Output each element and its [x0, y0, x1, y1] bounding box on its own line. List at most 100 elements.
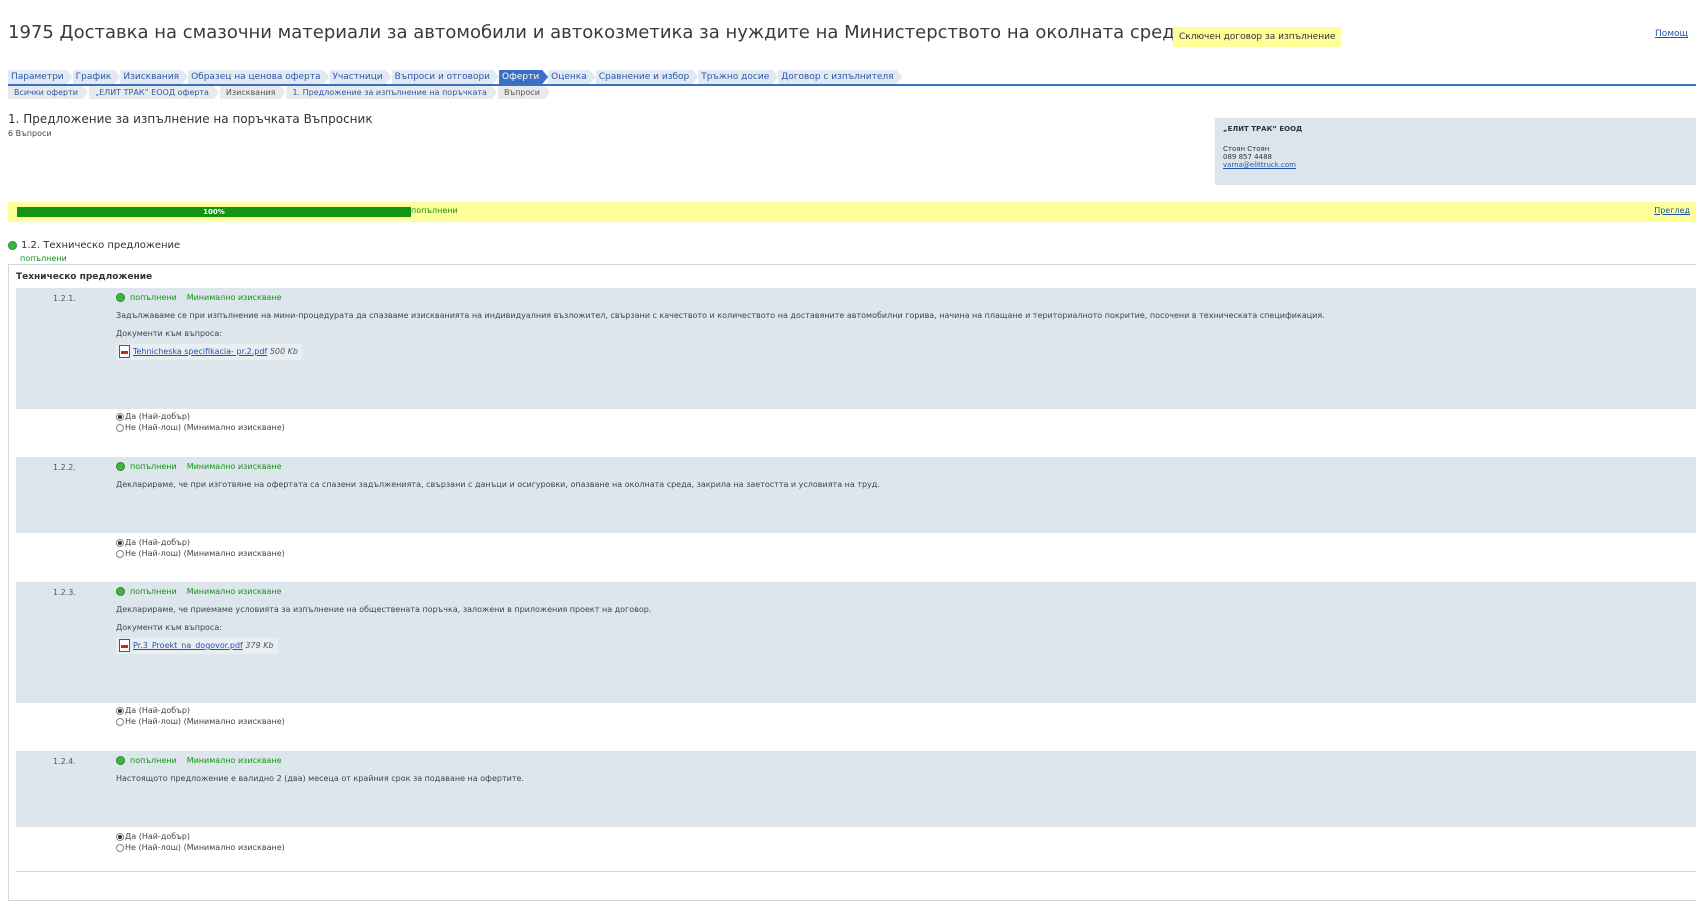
answer-options: Да (Най-добър) Не (Най-лош) (Минимално и…: [116, 831, 285, 853]
answer-option-no[interactable]: Не (Най-лош) (Минимално изискване): [116, 548, 285, 559]
page-header: 1975 Доставка на смазочни материали за а…: [8, 22, 1688, 52]
question-status: попълнени Минимално изискване: [116, 756, 282, 765]
answer-label: Не (Най-лош) (Минимално изискване): [125, 843, 285, 852]
question-status: попълнени Минимално изискване: [116, 462, 282, 471]
progress-percent: 100%: [203, 208, 225, 216]
document-link[interactable]: Tehnicheska specifikacia- pr.2.pdf: [133, 347, 267, 356]
question-text: Декларираме, че при изготвяне на офертат…: [116, 480, 880, 489]
breadcrumb-requirements[interactable]: Изисквания: [220, 86, 286, 99]
answer-option-yes[interactable]: Да (Най-добър): [116, 705, 285, 716]
radio-selected[interactable]: [116, 538, 124, 547]
answer-label: Не (Най-лош) (Минимално изискване): [125, 717, 285, 726]
answer-option-no[interactable]: Не (Най-лош) (Минимално изискване): [116, 842, 285, 853]
document-attachment: Pr.3_Proekt_na_dogovor.pdf 379 Kb: [116, 638, 278, 654]
tab-evaluation[interactable]: Оценка: [548, 70, 596, 84]
question-status-label: попълнени: [130, 587, 177, 596]
panel-divider: [16, 871, 1696, 872]
question-requirement: Минимално изискване: [186, 293, 282, 302]
radio-unselected[interactable]: [116, 717, 124, 726]
question-number: 1.2.2.: [53, 463, 76, 472]
tab-comparison[interactable]: Сравнение и избор: [596, 70, 698, 84]
answer-option-yes[interactable]: Да (Най-добър): [116, 537, 285, 548]
help-link[interactable]: Помощ: [1655, 29, 1688, 39]
answer-option-yes[interactable]: Да (Най-добър): [116, 831, 285, 842]
progress-strip: 100% попълнени Преглед: [8, 202, 1696, 222]
status-dot-icon: [116, 587, 125, 596]
review-link[interactable]: Преглед: [1654, 206, 1690, 215]
tab-contract[interactable]: Договор с изпълнителя: [778, 70, 902, 84]
questions-count: 6 Въпроси: [8, 129, 52, 138]
progress-status: попълнени: [411, 206, 458, 215]
question-requirement: Минимално изискване: [186, 587, 282, 596]
tab-participants[interactable]: Участници: [329, 70, 391, 84]
status-dot-icon: [116, 462, 125, 471]
tab-schedule[interactable]: График: [73, 70, 121, 84]
answer-options: Да (Най-добър) Не (Най-лош) (Минимално и…: [116, 537, 285, 559]
answer-label: Не (Най-лош) (Минимално изискване): [125, 549, 285, 558]
document-size: 500 Kb: [269, 347, 298, 356]
question-number: 1.2.1.: [53, 294, 76, 303]
question-status-label: попълнени: [130, 756, 177, 765]
answer-option-no[interactable]: Не (Най-лош) (Минимално изискване): [116, 422, 285, 433]
question-item: 1.2.3. попълнени Минимално изискване Декл…: [16, 582, 1696, 727]
answer-label: Да (Най-добър): [125, 412, 191, 421]
group-header[interactable]: 1.2. Техническо предложение: [8, 240, 180, 251]
breadcrumb-proposal[interactable]: 1. Предложение за изпълнение на поръчкат…: [286, 86, 497, 99]
company-contact-person: Стоян Стоян: [1223, 145, 1270, 153]
company-phone: 089 857 4488: [1223, 153, 1272, 161]
company-email-link[interactable]: varna@elittruck.com: [1223, 161, 1296, 169]
answer-options: Да (Най-добър) Не (Най-лош) (Минимално и…: [116, 705, 285, 727]
tab-offers[interactable]: Оферти: [499, 70, 548, 84]
question-requirement: Минимално изискване: [186, 756, 282, 765]
answer-option-no[interactable]: Не (Най-лош) (Минимално изискване): [116, 716, 285, 727]
radio-selected[interactable]: [116, 412, 124, 421]
panel-title: Техническо предложение: [16, 272, 153, 282]
question-item: 1.2.4. попълнени Минимално изискване Наст…: [16, 751, 1696, 861]
radio-unselected[interactable]: [116, 423, 124, 432]
status-badge: Сключен договор за изпълнение: [1173, 27, 1342, 47]
group-title: 1.2. Техническо предложение: [21, 240, 181, 251]
pdf-icon: [119, 639, 130, 652]
breadcrumb-all-offers[interactable]: Всички оферти: [8, 86, 88, 99]
pdf-icon: [119, 345, 130, 358]
radio-unselected[interactable]: [116, 549, 124, 558]
company-info-box: „ЕЛИТ ТРАК” ЕООД Стоян Стоян 089 857 448…: [1215, 118, 1696, 185]
question-text: Настоящото предложение е валидно 2 (два)…: [116, 774, 524, 783]
document-attachment: Tehnicheska specifikacia- pr.2.pdf 500 K…: [116, 344, 302, 360]
status-dot-icon: [116, 293, 125, 302]
answer-label: Да (Най-добър): [125, 706, 191, 715]
tab-questions-answers[interactable]: Въпроси и отговори: [392, 70, 499, 84]
breadcrumb-company-offer[interactable]: „ЕЛИТ ТРАК” ЕООД оферта: [89, 86, 219, 99]
question-item: 1.2.2. попълнени Минимално изискване Декл…: [16, 457, 1696, 567]
radio-selected[interactable]: [116, 706, 124, 715]
company-name: „ЕЛИТ ТРАК” ЕООД: [1223, 125, 1303, 133]
group-status: попълнени: [20, 254, 67, 263]
question-item: 1.2.1. попълнени Минимално изискване Задъ…: [16, 288, 1696, 433]
question-text: Задължаваме се при изпълнение на мини-пр…: [116, 311, 1325, 320]
question-status-label: попълнени: [130, 462, 177, 471]
status-dot-icon: [116, 756, 125, 765]
tab-price-offer-template[interactable]: Образец на ценова оферта: [188, 70, 329, 84]
main-tabs: Параметри График Изисквания Образец на ц…: [8, 70, 903, 84]
progress-bar: 100%: [17, 207, 411, 217]
status-dot-icon: [8, 240, 17, 250]
radio-unselected[interactable]: [116, 843, 124, 852]
documents-label: Документи към въпроса:: [116, 623, 222, 632]
question-status: попълнени Минимално изискване: [116, 587, 282, 596]
questions-panel: Техническо предложение 1.2.1. попълнени М…: [8, 264, 1696, 901]
document-size: 379 Kb: [245, 641, 274, 650]
tab-requirements[interactable]: Изисквания: [120, 70, 188, 84]
answer-option-yes[interactable]: Да (Най-добър): [116, 411, 285, 422]
breadcrumb-questions: Въпроси: [498, 86, 550, 99]
tab-tender-dossier[interactable]: Тръжно досие: [698, 70, 778, 84]
section-title: 1. Предложение за изпълнение на поръчкат…: [8, 112, 373, 126]
documents-label: Документи към въпроса:: [116, 329, 222, 338]
question-number: 1.2.4.: [53, 757, 76, 766]
document-link[interactable]: Pr.3_Proekt_na_dogovor.pdf: [133, 641, 243, 650]
question-text: Декларираме, че приемаме условията за из…: [116, 605, 652, 614]
answer-options: Да (Най-добър) Не (Най-лош) (Минимално и…: [116, 411, 285, 433]
tab-parameters[interactable]: Параметри: [8, 70, 73, 84]
page-title: 1975 Доставка на смазочни материали за а…: [8, 22, 1277, 43]
question-status-label: попълнени: [130, 293, 177, 302]
radio-selected[interactable]: [116, 832, 124, 841]
